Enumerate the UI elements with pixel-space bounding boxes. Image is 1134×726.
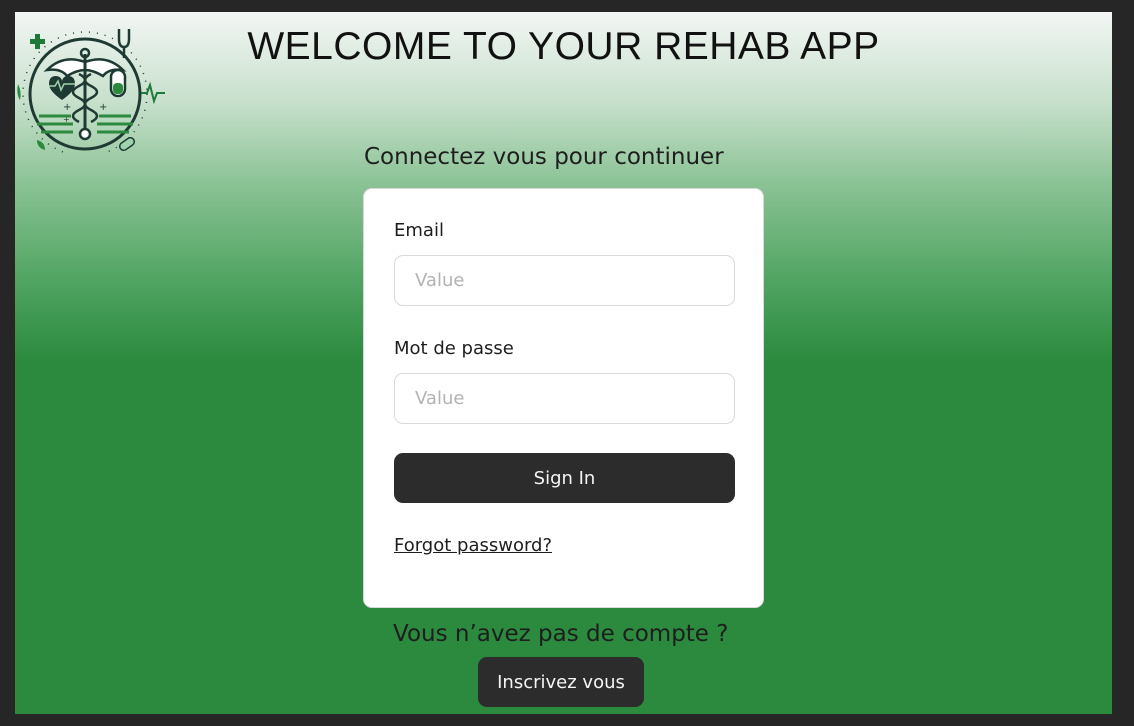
forgot-password-link[interactable]: Forgot password? <box>394 535 552 556</box>
email-label: Email <box>394 220 444 241</box>
svg-text:+: + <box>63 102 71 113</box>
app-frame: + + + WELCOME TO YOUR REHAB APP Connecte… <box>15 12 1112 714</box>
login-subtitle: Connectez vous pour continuer <box>364 144 724 170</box>
login-card: Email Mot de passe Sign In Forgot passwo… <box>363 188 764 608</box>
no-account-prompt: Vous n’avez pas de compte ? <box>393 621 729 647</box>
page-title: WELCOME TO YOUR REHAB APP <box>247 25 880 68</box>
sign-in-button[interactable]: Sign In <box>394 453 735 503</box>
password-label: Mot de passe <box>394 338 514 359</box>
svg-text:+: + <box>99 102 107 113</box>
register-button[interactable]: Inscrivez vous <box>478 657 644 707</box>
password-field[interactable] <box>394 373 735 424</box>
email-field[interactable] <box>394 255 735 306</box>
